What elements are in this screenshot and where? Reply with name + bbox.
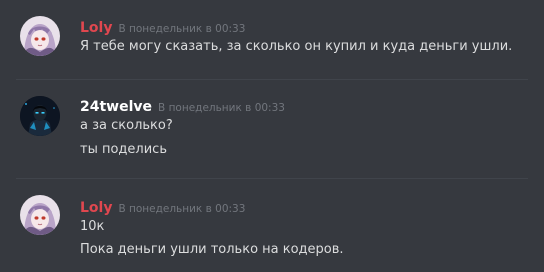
- user-avatar[interactable]: [20, 195, 60, 235]
- dark-figure-avatar-icon: [20, 96, 60, 136]
- timestamp: В понедельник в 00:33: [118, 23, 246, 35]
- message-divider: [16, 178, 528, 179]
- message-header: Loly В понедельник в 00:33: [80, 197, 245, 217]
- message-text: ты поделись: [80, 142, 167, 157]
- user-avatar[interactable]: [20, 96, 60, 136]
- timestamp: В понедельник в 00:33: [158, 102, 285, 114]
- username[interactable]: Loly: [80, 200, 112, 216]
- message-text: а за сколько?: [80, 118, 173, 133]
- message-text: 10к: [80, 219, 105, 234]
- message-header: 24twelve В понедельник в 00:33: [80, 96, 285, 116]
- username[interactable]: 24twelve: [80, 99, 152, 115]
- message-text: Я тебе могу сказать, за сколько он купил…: [80, 39, 513, 54]
- username[interactable]: Loly: [80, 20, 112, 36]
- anime-girl-avatar-icon: [20, 195, 60, 235]
- message-divider: [16, 79, 528, 80]
- anime-girl-avatar-icon: [20, 16, 60, 56]
- user-avatar[interactable]: [20, 16, 60, 56]
- message-header: Loly В понедельник в 00:33: [80, 17, 245, 37]
- timestamp: В понедельник в 00:33: [118, 203, 246, 215]
- chat-message-list: Loly В понедельник в 00:33 Я тебе могу ск…: [0, 0, 544, 272]
- message-text: Пока деньги ушли только на кодеров.: [80, 242, 344, 257]
